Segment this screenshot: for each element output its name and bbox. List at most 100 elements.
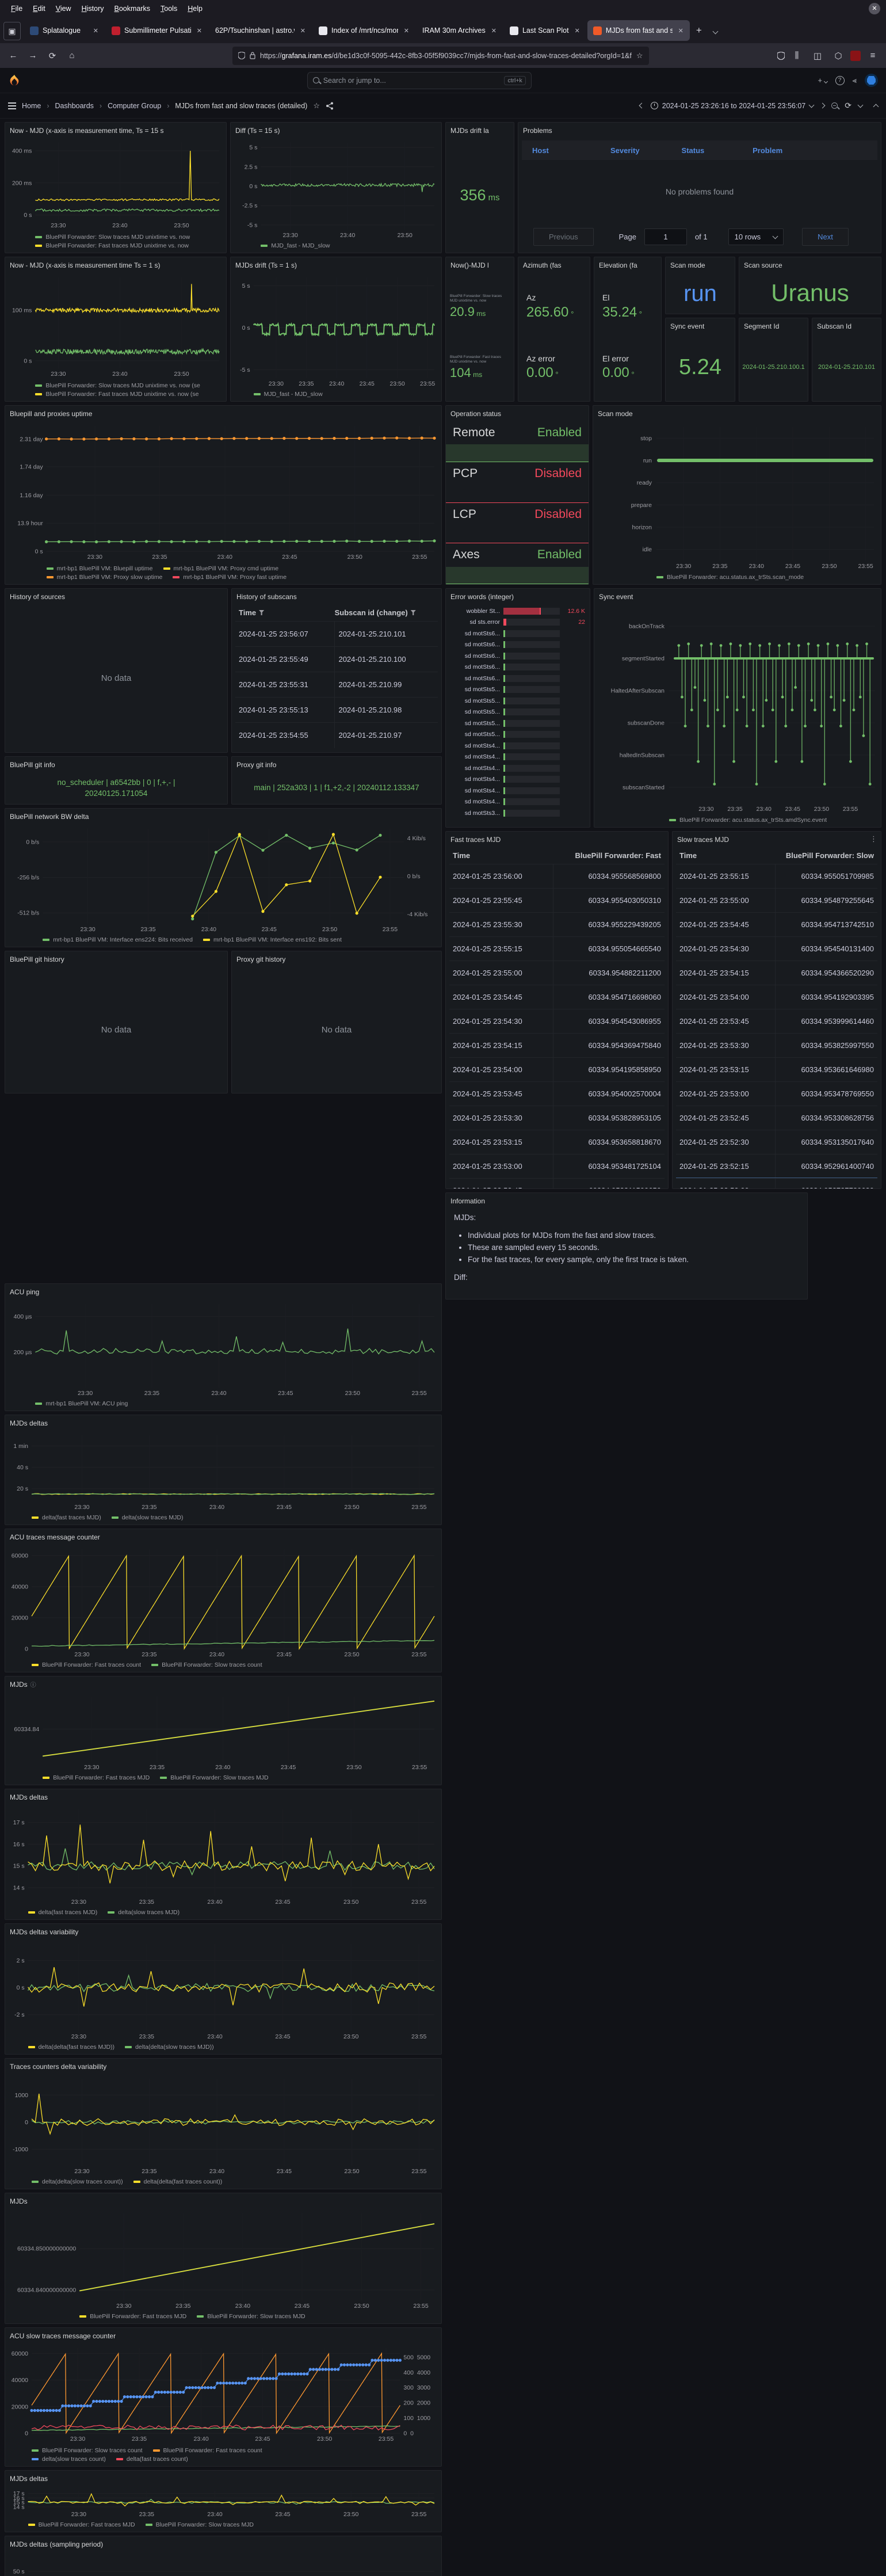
time-shift-forward-icon[interactable]	[820, 103, 826, 109]
histsrc-panel-title[interactable]: History of sources	[5, 589, 227, 604]
app-menu-icon[interactable]: ≡	[864, 48, 881, 64]
share-icon[interactable]	[326, 102, 334, 110]
refresh-icon[interactable]: ⟳	[845, 101, 851, 110]
column-header-0[interactable]: Time	[679, 851, 775, 860]
legend-item[interactable]: mrt-bp1 BluePill VM: Interface ens192: B…	[203, 936, 342, 943]
refresh-interval-dropdown-icon[interactable]	[858, 102, 864, 108]
az-panel-title[interactable]: Azimuth (fas	[518, 257, 590, 273]
deltasA-chart[interactable]: 1 min40 s20 s23:3023:3523:4023:4523:5023…	[5, 1431, 441, 1511]
browser-tab-6[interactable]: MJDs from fast and sl✕	[587, 20, 690, 41]
extension-icon[interactable]: ⬡	[830, 48, 847, 64]
diff15-chart[interactable]: 5 s2.5 s0 s-2.5 s-5 s23:3023:4023:50	[231, 138, 441, 239]
table-row[interactable]: 2024-01-25 23:55:1560334.955051709985	[676, 864, 877, 888]
deltasVar-panel-title[interactable]: MJDs deltas variability	[5, 1924, 441, 1939]
legend-item[interactable]: mrt-bp1 BluePill VM: Proxy slow uptime	[47, 574, 163, 581]
table-row[interactable]: 2024-01-25 23:52:4560334.953311590650	[449, 1178, 664, 1188]
table-row[interactable]: 2024-01-25 23:54:4560334.954713742510	[676, 912, 877, 936]
add-menu-button[interactable]: +	[818, 76, 827, 85]
legend-item[interactable]: BluePill Forwarder: Fast traces MJD unix…	[35, 242, 189, 249]
problems-panel-title[interactable]: Problems	[518, 123, 881, 138]
drift_stat-panel-title[interactable]: MJDs drift la	[446, 123, 514, 138]
legend-item[interactable]: BluePill Forwarder: Slow traces MJD	[146, 2521, 254, 2528]
panel-menu-icon[interactable]: ⋮	[870, 834, 877, 844]
table-row[interactable]: 2024-01-25 23:53:0060334.953481725104	[449, 1154, 664, 1178]
problems-col-host[interactable]: Host	[522, 146, 600, 155]
diff15-panel-title[interactable]: Diff (Ts = 15 s)	[231, 123, 441, 138]
legend-item[interactable]: BluePill Forwarder: Fast traces MJD	[79, 2313, 186, 2320]
bphist-panel-title[interactable]: BluePill git history	[5, 951, 227, 967]
table-row[interactable]: 2024-01-25 23:54:4560334.954716698060	[449, 985, 664, 1009]
counter-chart[interactable]: 600004000020000023:3023:3523:4023:4523:5…	[5, 1545, 441, 1659]
subid-panel-title[interactable]: Subscan Id	[812, 318, 881, 334]
slowcounter-panel-title[interactable]: ACU slow traces message counter	[5, 2328, 441, 2343]
histsub-panel-title[interactable]: History of subscans	[232, 589, 441, 604]
problems-col-problem[interactable]: Problem	[742, 146, 877, 155]
column-header-0[interactable]: Time	[453, 851, 553, 860]
table-row[interactable]: 2024-01-25 23:53:1560334.953658818670	[449, 1130, 664, 1154]
pxhist-panel-title[interactable]: Proxy git history	[232, 951, 441, 967]
fasttbl-panel-title[interactable]: Fast traces MJD	[446, 832, 668, 847]
time-range-picker[interactable]: 2024-01-25 23:26:16 to 2024-01-25 23:56:…	[651, 102, 814, 110]
slowtbl-panel-title[interactable]: Slow traces MJD	[673, 832, 881, 847]
opstatus-panel-title[interactable]: Operation status	[446, 406, 589, 421]
browser-tab-0[interactable]: Splatalogue✕	[24, 20, 105, 41]
tab-close-icon[interactable]: ✕	[91, 26, 100, 36]
legend-item[interactable]: BluePill Forwarder: Slow traces MJD unix…	[35, 234, 190, 241]
deltasB-chart[interactable]: 17 s16 s15 s14 s23:3023:3523:4023:4523:5…	[5, 1805, 441, 1906]
table-row[interactable]: 2024-01-25 23:56:0060334.955568569800	[449, 864, 664, 888]
rows-per-page-select[interactable]: 10 rows	[728, 228, 784, 245]
column-header-1[interactable]: BluePill Forwarder: Slow	[775, 851, 874, 860]
tab-list-dropdown-icon[interactable]	[708, 22, 723, 39]
scantl-panel-title[interactable]: Scan mode	[593, 406, 881, 421]
bw-chart[interactable]: 0 b/s-256 b/s-512 b/s4 Kib/s0 b/s-4 Kib/…	[5, 824, 441, 933]
protections-shield-icon[interactable]	[777, 52, 785, 60]
scanmode-panel-title[interactable]: Scan mode	[666, 257, 735, 273]
kiosk-toggle-icon[interactable]	[873, 104, 879, 109]
uptime-chart[interactable]: 2.31 day1.74 day1.16 day13.9 hour0 s23:3…	[5, 421, 441, 561]
sampling-chart[interactable]: 50 s	[5, 2552, 441, 2576]
menu-edit[interactable]: Edit	[28, 2, 51, 15]
table-row[interactable]: 2024-01-25 23:55:4560334.955403050310	[449, 888, 664, 912]
library-icon[interactable]: ⫼	[788, 48, 805, 64]
lock-icon[interactable]	[250, 52, 255, 59]
menu-view[interactable]: View	[51, 2, 77, 15]
legend-item[interactable]: mrt-bp1 BluePill VM: Bluepill uptime	[47, 565, 153, 572]
filter-icon[interactable]	[259, 610, 264, 615]
legend-item[interactable]: delta(delta(fast traces count))	[133, 2178, 223, 2185]
panel-info-icon[interactable]: ⓘ	[30, 1680, 36, 1689]
next-page-button[interactable]: Next	[802, 228, 849, 246]
zoom-out-icon[interactable]	[831, 102, 838, 109]
menu-tools[interactable]: Tools	[155, 2, 182, 15]
legend-item[interactable]: delta(fast traces count)	[116, 2456, 188, 2463]
menu-bookmarks[interactable]: Bookmarks	[109, 2, 156, 15]
table-row[interactable]: 2024-01-25 23:55:3060334.955229439205	[449, 912, 664, 936]
legend-item[interactable]: mrt-bp1 BluePill VM: Proxy cmd uptime	[163, 565, 279, 572]
column-header-1[interactable]: BluePill Forwarder: Fast	[553, 851, 661, 860]
time-shift-back-icon[interactable]	[639, 103, 644, 109]
uptime-panel-title[interactable]: Bluepill and proxies uptime	[5, 406, 441, 421]
sidebars-icon[interactable]: ◫	[809, 48, 826, 64]
mega-menu-icon[interactable]	[8, 105, 16, 106]
tab-close-icon[interactable]: ✕	[490, 26, 498, 36]
segid-panel-title[interactable]: Segment Id	[739, 318, 808, 334]
counter-panel-title[interactable]: ACU traces message counter	[5, 1529, 441, 1545]
legend-item[interactable]: BluePill Forwarder: Fast traces MJD	[28, 2521, 135, 2528]
legend-item[interactable]: BluePill Forwarder: acu.status.ax_trSts.…	[669, 817, 827, 824]
bpgit-panel-title[interactable]: BluePill git info	[5, 757, 227, 772]
table-row[interactable]: 2024-01-25 23:54:1560334.954366520290	[676, 961, 877, 985]
legend-item[interactable]: mrt-bp1 BluePill VM: Proxy fast uptime	[173, 574, 287, 581]
breadcrumb-home[interactable]: Home	[22, 102, 41, 110]
slowcounter-chart[interactable]: 6000040000200000500 5000400 4000300 3000…	[5, 2343, 441, 2443]
table-row[interactable]: 2024-01-25 23:53:3060334.953825997550	[676, 1033, 877, 1057]
table-row[interactable]: 2024-01-25 23:54:3060334.954543086955	[449, 1009, 664, 1033]
browser-tab-4[interactable]: IRAM 30m Archives✕	[417, 20, 503, 41]
filter-icon[interactable]	[411, 610, 416, 615]
tab-close-icon[interactable]: ✕	[573, 26, 582, 36]
deltasC-chart[interactable]: 17 s16 s15 s14 s23:3023:3523:4023:4523:5…	[5, 2486, 441, 2518]
table-row[interactable]: 2024-01-25 23:55:1560334.955054665540	[449, 936, 664, 961]
table-row[interactable]: 2024-01-25 23:53:3060334.953828953105	[449, 1106, 664, 1130]
previous-page-button[interactable]: Previous	[533, 228, 594, 246]
pxgit-panel-title[interactable]: Proxy git info	[232, 757, 441, 772]
table-row[interactable]: 2024-01-25 23:55:312024-01-25.210.99	[235, 672, 438, 697]
tab-close-icon[interactable]: ✕	[195, 26, 204, 36]
